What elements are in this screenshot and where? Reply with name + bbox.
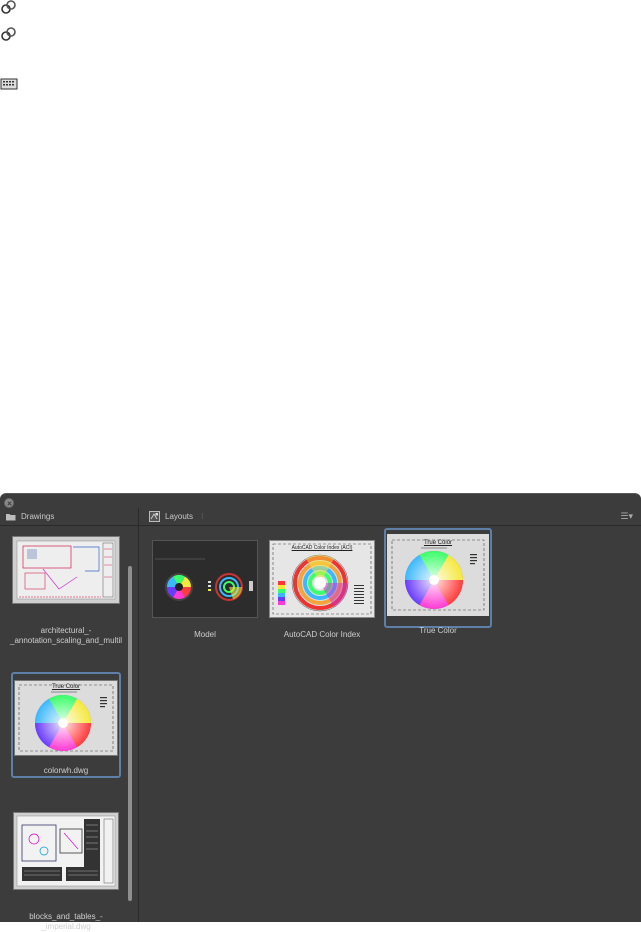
list-view-icon[interactable]: ☰▾ [620, 511, 633, 522]
drawings-scrollbar[interactable] [128, 566, 132, 901]
layouts-icon [149, 511, 160, 522]
linked-rings-icon[interactable] [0, 0, 20, 18]
layout-thumbnail [152, 540, 258, 618]
thumb-title: True Color [51, 684, 81, 690]
layout-thumbnail: True Color [387, 534, 489, 616]
layout-item-model[interactable]: Model [151, 540, 259, 639]
thumb-title: AutoCAD Color Index (ACI) [291, 545, 353, 551]
keyboard-icon[interactable] [0, 77, 20, 95]
layouts-column: Layouts ⁝ ☰▾ Model AutoCAD Color Index (… [139, 508, 641, 922]
drawing-label: architectural_-_annotation_scaling_and_m… [10, 626, 123, 645]
thumb-title: True Color [423, 540, 453, 546]
drawing-thumbnail [13, 812, 119, 890]
header-sort-icon[interactable]: ⁝ [201, 512, 204, 521]
drawing-thumbnail [12, 536, 120, 604]
close-icon[interactable] [4, 498, 14, 508]
drawing-thumbnail: True Color [14, 680, 118, 756]
layouts-grid: Model AutoCAD Color Index (ACI) AutoCAD … [139, 526, 641, 922]
drawing-label: blocks_and_tables_-_imperial.dwg [29, 912, 103, 931]
drawings-list[interactable]: architectural_-_annotation_scaling_and_m… [0, 526, 138, 931]
drawing-label: colorwh.dwg [43, 766, 89, 775]
drawings-header-label: Drawings [21, 512, 55, 521]
drawing-item[interactable]: architectural_-_annotation_scaling_and_m… [10, 536, 122, 646]
drawings-header: Drawings [0, 508, 138, 526]
layout-thumbnail: AutoCAD Color Index (ACI) [269, 540, 375, 618]
drawing-item[interactable]: blocks_and_tables_-_imperial.dwg [10, 812, 122, 932]
drawings-layouts-panel: Drawings architectural_-_annotation_scal… [0, 493, 641, 931]
layouts-header: Layouts ⁝ ☰▾ [139, 508, 641, 526]
drawing-item-selected[interactable]: True Color colorwh.dwg [10, 680, 122, 776]
drawings-column: Drawings architectural_-_annotation_scal… [0, 508, 139, 931]
folder-icon [6, 513, 16, 521]
layout-item-aci[interactable]: AutoCAD Color Index (ACI) AutoCAD Color … [268, 540, 376, 639]
linked-rings-icon[interactable] [0, 27, 20, 45]
layout-label: AutoCAD Color Index [283, 630, 361, 639]
layout-label: True Color [419, 626, 457, 635]
layout-label: Model [194, 630, 216, 639]
layouts-header-label: Layouts [165, 512, 194, 521]
layout-item-true-color[interactable]: True Color True Color [384, 534, 492, 635]
